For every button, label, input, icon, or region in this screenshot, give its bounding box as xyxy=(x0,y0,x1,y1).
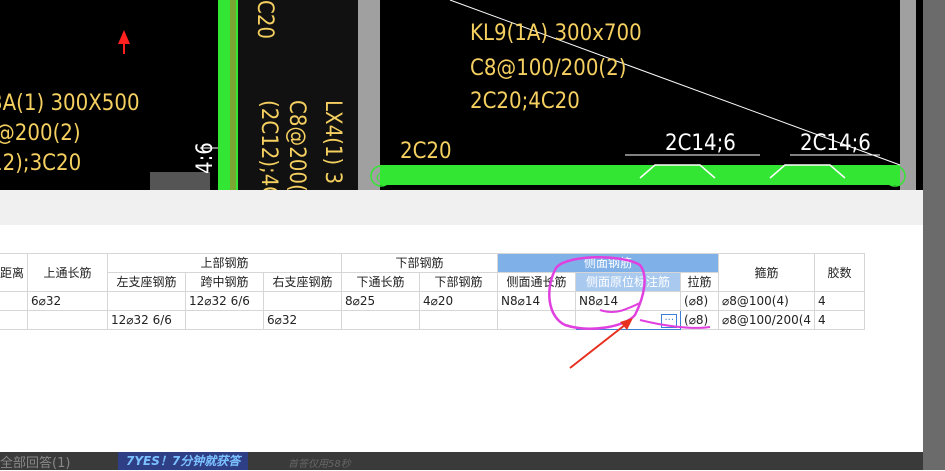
axis-c-label: C xyxy=(376,171,384,185)
table-row[interactable]: 6⌀32 12⌀32 6/6 8⌀25 4⌀20 N8⌀14 N8⌀14 (⌀8… xyxy=(0,291,866,311)
cell[interactable]: 12⌀32 6/6 xyxy=(185,291,265,311)
cell[interactable]: (⌀8) xyxy=(680,310,720,330)
cell[interactable] xyxy=(0,310,29,330)
cad-vertical-label-5: LX4(1) 3 xyxy=(320,100,345,184)
cell[interactable]: 6⌀32 xyxy=(27,291,109,311)
cad-label-bottom-1: 2C20 xyxy=(400,139,452,164)
header-side-steel: 侧面钢筋 xyxy=(497,253,720,273)
header-tie-bar: 拉筋 xyxy=(680,272,720,292)
table-row[interactable]: 12⌀32 6/6 6⌀32 ··· (⌀8) ⌀8@100/200(4 4 xyxy=(0,310,866,330)
cad-vertical-label-1: C20 xyxy=(252,0,277,39)
yes-banner: 7YES！7分钟就获答 xyxy=(118,452,249,470)
cad-drawing: 3A(1) 300X500 @200(2) 12);3C20 KL9(1A) 3… xyxy=(0,0,916,190)
header-stirrup: 箍筋 xyxy=(718,253,816,292)
header-limb: 胶数 xyxy=(814,253,866,292)
header-bottom-steel: 下部钢筋 xyxy=(341,253,499,273)
cad-label-left-2: @200(2) xyxy=(0,121,81,146)
cad-label-right-1: KL9(1A) 300x700 xyxy=(470,21,642,46)
beam-input-table-panel: 距离 上通长筋 上部钢筋 下部钢筋 侧面钢筋 箍筋 胶数 左支座钢筋 跨中钢筋 … xyxy=(0,225,923,452)
banner-note: 首答仅用58秒 xyxy=(288,459,351,470)
cell[interactable]: 4 xyxy=(814,310,866,330)
axis-d-label: D xyxy=(889,171,898,185)
cad-label-bottom-3: 2C14;6 xyxy=(800,131,871,156)
cad-label-bottom-2: 2C14;6 xyxy=(665,131,736,156)
horizontal-beam xyxy=(380,165,900,185)
header-distance: 距离 xyxy=(0,253,29,292)
cell[interactable] xyxy=(185,310,265,330)
cell[interactable] xyxy=(0,291,29,311)
cad-vertical-label-4: (2C12);4C xyxy=(256,100,281,190)
cell[interactable]: 4 xyxy=(814,291,866,311)
header-bottom-rebar: 下部钢筋 xyxy=(419,272,499,292)
gray-column xyxy=(358,0,380,190)
gray-column-right xyxy=(900,0,916,190)
all-answers-link[interactable]: 全部回答(1) xyxy=(0,452,70,471)
cell[interactable] xyxy=(497,310,577,330)
cell[interactable] xyxy=(419,310,499,330)
panel-divider xyxy=(0,190,923,225)
header-left-support: 左支座钢筋 xyxy=(107,272,187,292)
header-top-through: 上通长筋 xyxy=(27,253,109,292)
header-side-through: 侧面通长筋 xyxy=(497,272,577,292)
cell[interactable]: ⌀8@100(4) xyxy=(718,291,816,311)
cad-label-right-3: 2C20;4C20 xyxy=(470,89,580,114)
cell[interactable]: 12⌀32 6/6 xyxy=(107,310,187,330)
cell[interactable]: ⌀8@100/200(4 xyxy=(718,310,816,330)
red-arrow-icon xyxy=(118,30,130,44)
cell[interactable]: N8⌀14 xyxy=(497,291,577,311)
cell[interactable] xyxy=(27,310,109,330)
cell[interactable]: 4⌀20 xyxy=(419,291,499,311)
cad-vertical-label-3: C8@200(2 xyxy=(284,100,309,190)
cad-label-left-1: 3A(1) 300X500 xyxy=(0,91,140,116)
header-right-support: 右支座钢筋 xyxy=(263,272,343,292)
ellipsis-button[interactable]: ··· xyxy=(661,314,678,328)
cad-label-right-2: C8@100/200(2) xyxy=(470,56,626,81)
beam-rebar-table: 距离 上通长筋 上部钢筋 下部钢筋 侧面钢筋 箍筋 胶数 左支座钢筋 跨中钢筋 … xyxy=(0,253,866,330)
cad-vertical-label-2: 4:6 xyxy=(193,142,218,174)
cad-drawing-canvas[interactable]: 3A(1) 300X500 @200(2) 12);3C20 KL9(1A) 3… xyxy=(0,0,945,190)
header-top-steel: 上部钢筋 xyxy=(107,253,343,273)
cell[interactable]: 6⌀32 xyxy=(263,310,343,330)
cell[interactable]: 8⌀25 xyxy=(341,291,421,311)
header-bottom-through: 下通长筋 xyxy=(341,272,421,292)
cell[interactable]: N8⌀14 xyxy=(575,291,682,311)
cell[interactable]: (⌀8) xyxy=(680,291,720,311)
cell[interactable] xyxy=(263,291,343,311)
cell[interactable] xyxy=(341,310,421,330)
header-side-inplace: 侧面原位标注筋 xyxy=(575,272,682,292)
cad-label-left-3: 12);3C20 xyxy=(0,151,81,176)
side-inplace-edit-cell[interactable]: ··· xyxy=(575,310,682,330)
window-border xyxy=(923,0,945,470)
cell[interactable] xyxy=(107,291,187,311)
answer-footer: 全部回答(1) 7YES！7分钟就获答 首答仅用58秒 xyxy=(0,452,923,471)
header-mid-span: 跨中钢筋 xyxy=(185,272,265,292)
